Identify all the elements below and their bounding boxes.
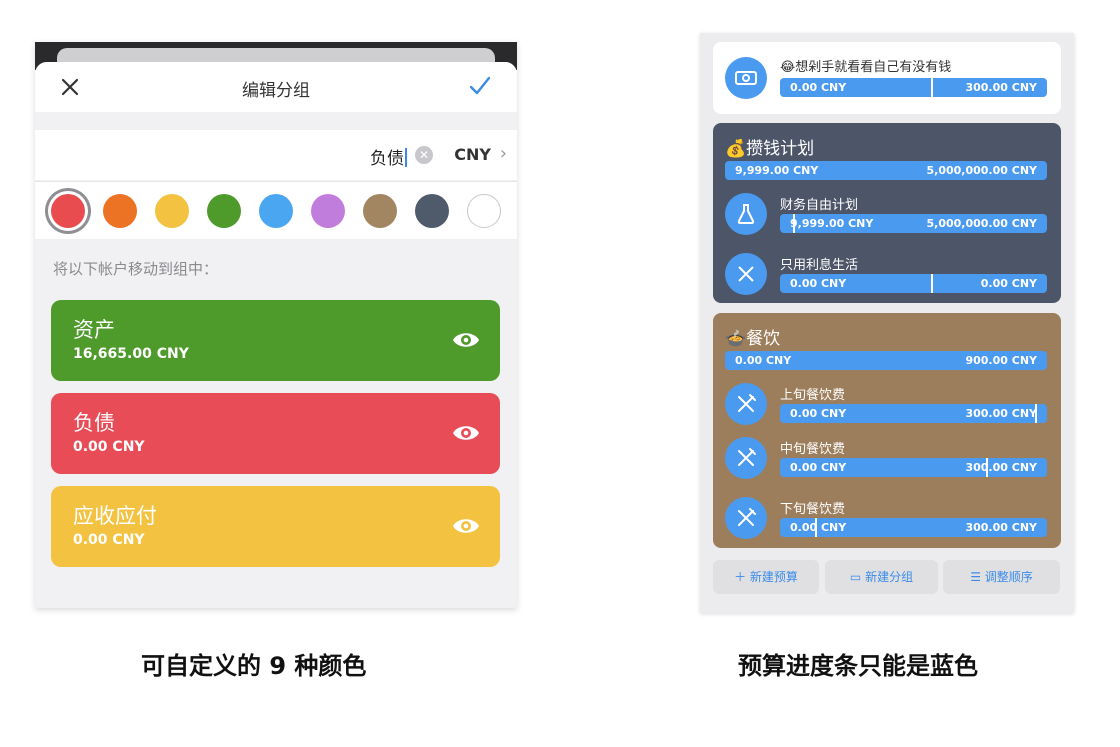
spent-amount: 0.00 CNY (790, 81, 847, 94)
group-name-input[interactable]: 负债 (370, 144, 407, 169)
progress-bar: 9,999.00 CNY 5,000,000.00 CNY (780, 214, 1047, 233)
progress-bar: 0.00 CNY 300.00 CNY (780, 458, 1047, 477)
budget-title: 😂想剁手就看看自己有没有钱 (780, 60, 952, 75)
limit-amount: 5,000,000.00 CNY (926, 217, 1038, 230)
limit-amount: 300.00 CNY (965, 407, 1037, 420)
account-amount: 0.00 CNY (73, 532, 145, 548)
account-name: 资产 (73, 318, 115, 342)
nav-bar: 编辑分组 (35, 62, 517, 112)
color-swatch-red[interactable] (51, 194, 85, 228)
budget-title: 下旬餐饮费 (780, 502, 846, 517)
progress-marker (931, 274, 933, 293)
group-name-row: 负债 ✕ CNY › (35, 130, 517, 180)
budget-title: 中旬餐饮费 (780, 442, 846, 457)
group-progress-bar: 9,999.00 CNY 5,000,000.00 CNY (725, 161, 1047, 180)
edit-group-screen: 编辑分组 负债 ✕ CNY › 将以下帐户移动到组中： 资产 16,665.00 (35, 42, 517, 608)
reorder-label: 调整顺序 (984, 570, 1033, 584)
group-title: 💰攒钱计划 (725, 139, 815, 159)
color-swatch-brown[interactable] (363, 194, 397, 228)
color-swatch-green[interactable] (207, 194, 241, 228)
budget-group-savings[interactable]: 💰攒钱计划 9,999.00 CNY 5,000,000.00 CNY 财务自由… (713, 123, 1061, 303)
caption-right: 预算进度条只能是蓝色 (738, 652, 978, 680)
eye-icon[interactable] (452, 516, 480, 536)
budget-screen: 😂想剁手就看看自己有没有钱 0.00 CNY 300.00 CNY 💰攒钱计划 … (700, 33, 1074, 613)
group-name-value: 负债 (370, 149, 404, 169)
fork-knife-icon (725, 437, 767, 479)
eye-icon[interactable] (452, 330, 480, 350)
progress-bar: 0.00 CNY 300.00 CNY (780, 518, 1047, 537)
spent-amount: 9,999.00 CNY (790, 217, 874, 230)
account-name: 应收应付 (73, 504, 157, 528)
flask-icon (725, 193, 767, 235)
budget-card-shopping[interactable]: 😂想剁手就看看自己有没有钱 0.00 CNY 300.00 CNY (713, 42, 1061, 114)
limit-amount: 300.00 CNY (965, 521, 1037, 534)
color-swatch-slate[interactable] (415, 194, 449, 228)
color-swatch-purple[interactable] (311, 194, 345, 228)
budget-group-dining[interactable]: 🍲餐饮 0.00 CNY 900.00 CNY 上旬餐饮费 0.00 CNY 3… (713, 313, 1061, 548)
sliders-icon: ☰ (970, 570, 981, 584)
group-title: 🍲餐饮 (725, 329, 781, 349)
account-card-receivables[interactable]: 应收应付 0.00 CNY (51, 486, 500, 567)
new-group-label: 新建分组 (865, 570, 914, 584)
move-accounts-hint: 将以下帐户移动到组中： (53, 260, 219, 278)
limit-amount: 300.00 CNY (965, 81, 1037, 94)
clear-icon[interactable]: ✕ (415, 146, 433, 164)
spent-amount: 9,999.00 CNY (735, 164, 819, 177)
color-picker (35, 181, 517, 239)
new-budget-button[interactable]: ＋ 新建预算 (713, 560, 819, 594)
account-card-liabilities[interactable]: 负债 0.00 CNY (51, 393, 500, 474)
spent-amount: 0.00 CNY (790, 521, 847, 534)
text-caret (405, 148, 407, 167)
page-title: 编辑分组 (242, 81, 310, 101)
color-swatch-white[interactable] (467, 194, 501, 228)
progress-marker (793, 214, 795, 233)
checkmark-icon[interactable] (467, 73, 493, 99)
eye-icon[interactable] (452, 423, 480, 443)
budget-title: 财务自由计划 (780, 198, 859, 213)
spent-amount: 0.00 CNY (790, 407, 847, 420)
progress-bar: 0.00 CNY 300.00 CNY (780, 404, 1047, 423)
group-progress-bar: 0.00 CNY 900.00 CNY (725, 351, 1047, 370)
plus-icon: ＋ (734, 570, 747, 584)
folder-icon: ▭ (849, 570, 862, 584)
color-swatch-orange[interactable] (103, 194, 137, 228)
limit-amount: 5,000,000.00 CNY (926, 164, 1038, 177)
fork-knife-icon (725, 383, 767, 425)
account-name: 负债 (73, 411, 115, 435)
limit-amount: 900.00 CNY (965, 354, 1037, 367)
color-swatch-blue[interactable] (259, 194, 293, 228)
new-group-button[interactable]: ▭ 新建分组 (825, 560, 938, 594)
fork-knife-icon (725, 497, 767, 539)
progress-marker (931, 78, 933, 97)
budget-title: 只用利息生活 (780, 258, 859, 273)
limit-amount: 300.00 CNY (965, 461, 1037, 474)
spent-amount: 0.00 CNY (790, 461, 847, 474)
color-swatch-yellow[interactable] (155, 194, 189, 228)
cash-icon (725, 57, 767, 99)
spent-amount: 0.00 CNY (790, 277, 847, 290)
currency-selector[interactable]: CNY (454, 145, 491, 164)
account-amount: 0.00 CNY (73, 439, 145, 455)
limit-amount: 0.00 CNY (980, 277, 1037, 290)
progress-bar: 0.00 CNY 0.00 CNY (780, 274, 1047, 293)
reorder-button[interactable]: ☰ 调整顺序 (943, 560, 1060, 594)
edit-group-sheet: 编辑分组 负债 ✕ CNY › 将以下帐户移动到组中： 资产 16,665.00 (35, 62, 517, 608)
budget-title: 上旬餐饮费 (780, 388, 846, 403)
caption-left: 可自定义的 9 种颜色 (141, 652, 367, 680)
progress-marker (815, 518, 817, 537)
progress-bar: 0.00 CNY 300.00 CNY (780, 78, 1047, 97)
dna-icon (725, 253, 767, 295)
account-card-assets[interactable]: 资产 16,665.00 CNY (51, 300, 500, 381)
new-budget-label: 新建预算 (749, 570, 798, 584)
account-amount: 16,665.00 CNY (73, 346, 189, 362)
chevron-right-icon[interactable]: › (500, 143, 507, 164)
spent-amount: 0.00 CNY (735, 354, 792, 367)
